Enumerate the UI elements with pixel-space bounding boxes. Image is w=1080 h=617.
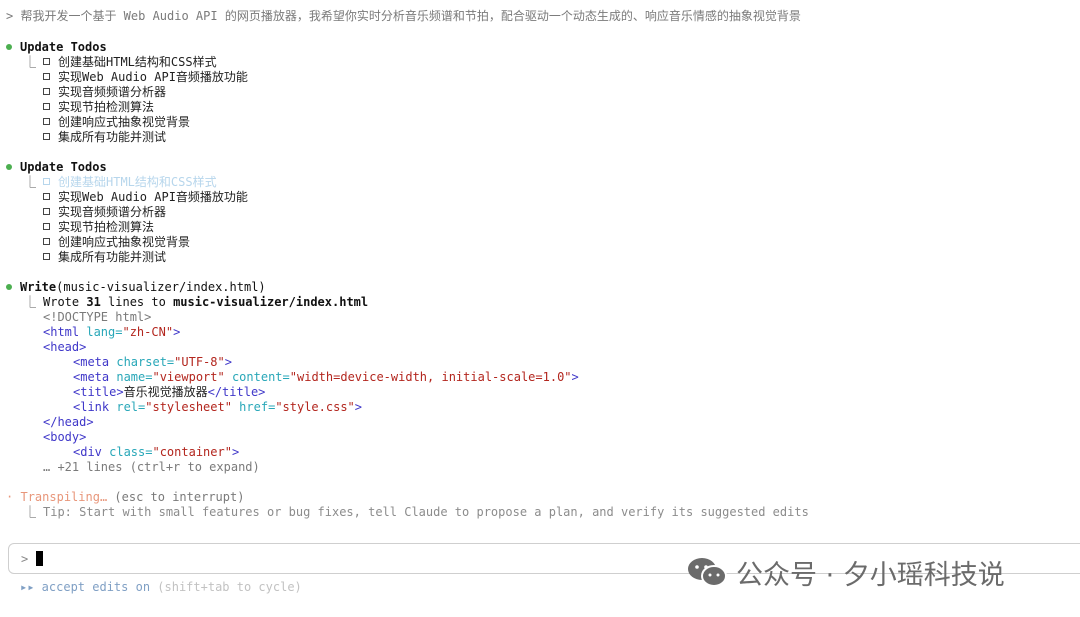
spinner-icon: · (6, 490, 14, 504)
write-result: Wrote 31 lines to music-visualizer/index… (43, 295, 369, 309)
code-line: <html lang="zh-CN"> (43, 325, 181, 339)
user-prompt: > 帮我开发一个基于 Web Audio API 的网页播放器，我希望你实时分析… (6, 9, 801, 23)
tree-branch-icon: ⎿ (24, 295, 37, 309)
todo-item: 创建响应式抽象视觉背景 (43, 115, 190, 130)
status-dot-icon (6, 163, 12, 170)
todo-item: 集成所有功能并测试 (43, 130, 166, 145)
checkbox-icon (43, 103, 50, 110)
todo-item: 实现音频频谱分析器 (43, 85, 166, 100)
todo-item: 实现Web Audio API音频播放功能 (43, 190, 248, 205)
watermark: 公众号 · 夕小瑶科技说 (686, 556, 1005, 591)
code-line: <head> (43, 340, 87, 354)
todo-item: 实现Web Audio API音频播放功能 (43, 70, 248, 85)
checkbox-icon (43, 223, 50, 230)
checkbox-icon (43, 178, 50, 185)
tree-branch-icon: ⎿ (24, 175, 37, 189)
todo-item: 创建基础HTML结构和CSS样式 (43, 55, 217, 70)
expand-more-link[interactable]: … +21 lines (ctrl+r to expand) (43, 460, 260, 475)
todo-item: 实现音频频谱分析器 (43, 205, 166, 220)
code-line: </head> (43, 415, 94, 429)
todo-item-active: 创建基础HTML结构和CSS样式 (43, 175, 217, 190)
checkbox-icon (43, 238, 50, 245)
checkbox-icon (43, 73, 50, 80)
code-line: <meta name="viewport" content="width=dev… (73, 370, 579, 384)
checkbox-icon (43, 88, 50, 95)
checkbox-icon (43, 193, 50, 200)
todo-item: 集成所有功能并测试 (43, 250, 166, 265)
prompt-caret: > (21, 552, 29, 566)
todos-header-2: Update Todos (6, 160, 107, 175)
checkbox-icon (43, 118, 50, 125)
todos-header-1: Update Todos (6, 40, 107, 55)
checkbox-icon (43, 253, 50, 260)
status-dot-icon (6, 283, 12, 290)
status-dot-icon (6, 43, 12, 50)
tip-text: Tip: Start with small features or bug fi… (43, 505, 809, 519)
todo-item: 实现节拍检测算法 (43, 100, 154, 115)
code-line: <meta charset="UTF-8"> (73, 355, 232, 369)
code-line: <title>音乐视觉播放器</title> (73, 385, 266, 399)
wechat-icon (686, 556, 728, 597)
tree-branch-icon: ⎿ (24, 55, 37, 69)
checkbox-icon (43, 58, 50, 65)
status-line: · Transpiling… (esc to interrupt) (6, 490, 245, 504)
code-line: <link rel="stylesheet" href="style.css"> (73, 400, 363, 414)
code-line: <div class="container"> (73, 445, 240, 459)
fast-forward-icon: ▸▸ (20, 580, 35, 594)
checkbox-icon (43, 208, 50, 215)
mode-indicator: ▸▸ accept edits on (shift+tab to cycle) (20, 580, 302, 594)
code-line: <body> (43, 430, 87, 444)
code-line: <!DOCTYPE html> (43, 310, 152, 324)
text-cursor (36, 551, 43, 566)
checkbox-icon (43, 133, 50, 140)
write-header: Write(music-visualizer/index.html) (6, 280, 266, 295)
tree-branch-icon: ⎿ (24, 505, 37, 519)
todo-item: 创建响应式抽象视觉背景 (43, 235, 190, 250)
todo-item: 实现节拍检测算法 (43, 220, 154, 235)
